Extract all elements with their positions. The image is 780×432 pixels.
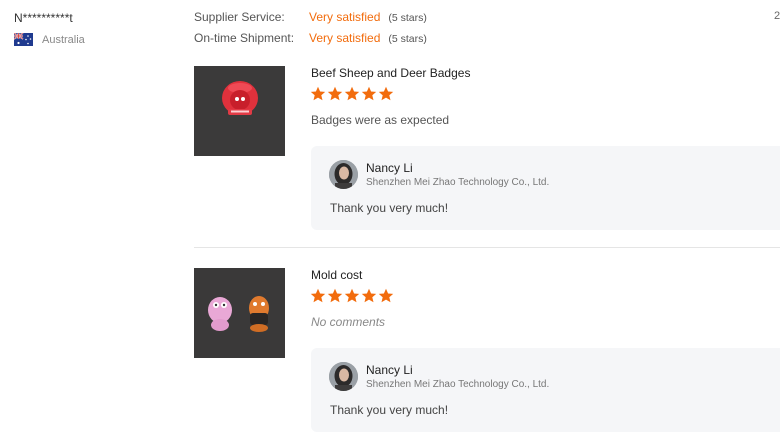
star-icon — [378, 86, 394, 101]
star-icon — [327, 288, 343, 303]
star-rating — [310, 288, 394, 304]
star-icon — [310, 86, 326, 101]
reviewer-info: N**********t Australia — [14, 11, 85, 46]
replier-name: Nancy Li — [366, 161, 413, 175]
star-icon — [378, 288, 394, 303]
review-date-fragment: 2 — [774, 10, 780, 22]
country-name: Australia — [42, 33, 85, 46]
star-icon — [361, 86, 377, 101]
review-comment: Badges were as expected — [311, 113, 450, 127]
product-title[interactable]: Mold cost — [311, 268, 362, 282]
review-divider — [194, 247, 780, 248]
replier-company: Shenzhen Mei Zhao Technology Co., Ltd. — [366, 177, 550, 188]
reviewer-country: Australia — [14, 33, 85, 46]
figures-photo-icon — [194, 268, 285, 358]
star-icon — [344, 86, 360, 101]
rating-label: Supplier Service: — [194, 10, 285, 24]
rating-stars-text: (5 stars) — [388, 12, 427, 24]
star-icon — [344, 288, 360, 303]
product-thumbnail[interactable] — [194, 268, 285, 358]
review-comment: No comments — [311, 315, 386, 329]
avatar — [329, 362, 358, 391]
star-icon — [327, 86, 343, 101]
rating-label: On-time Shipment: — [194, 31, 295, 45]
supplier-ratings: Supplier Service: Very satisfied (5 star… — [194, 10, 427, 52]
supplier-reply: Nancy Li Shenzhen Mei Zhao Technology Co… — [311, 146, 780, 230]
reply-text: Thank you very much! — [330, 403, 449, 417]
supplier-reply: Nancy Li Shenzhen Mei Zhao Technology Co… — [311, 348, 780, 432]
australia-flag-icon — [14, 33, 33, 46]
product-thumbnail[interactable] — [194, 66, 285, 156]
badge-photo-icon — [194, 66, 285, 156]
star-rating — [310, 86, 394, 102]
reply-text: Thank you very much! — [330, 201, 449, 215]
product-title[interactable]: Beef Sheep and Deer Badges — [311, 66, 470, 80]
replier-name: Nancy Li — [366, 363, 413, 377]
avatar — [329, 160, 358, 189]
rating-supplier-service: Supplier Service: Very satisfied (5 star… — [194, 10, 427, 31]
rating-stars-text: (5 stars) — [388, 33, 427, 45]
star-icon — [310, 288, 326, 303]
star-icon — [361, 288, 377, 303]
rating-value: Very satisfied — [309, 10, 381, 24]
rating-value: Very satisfied — [309, 31, 381, 45]
rating-on-time-shipment: On-time Shipment: Very satisfied (5 star… — [194, 31, 427, 52]
reviewer-name: N**********t — [14, 11, 73, 25]
replier-company: Shenzhen Mei Zhao Technology Co., Ltd. — [366, 379, 550, 390]
